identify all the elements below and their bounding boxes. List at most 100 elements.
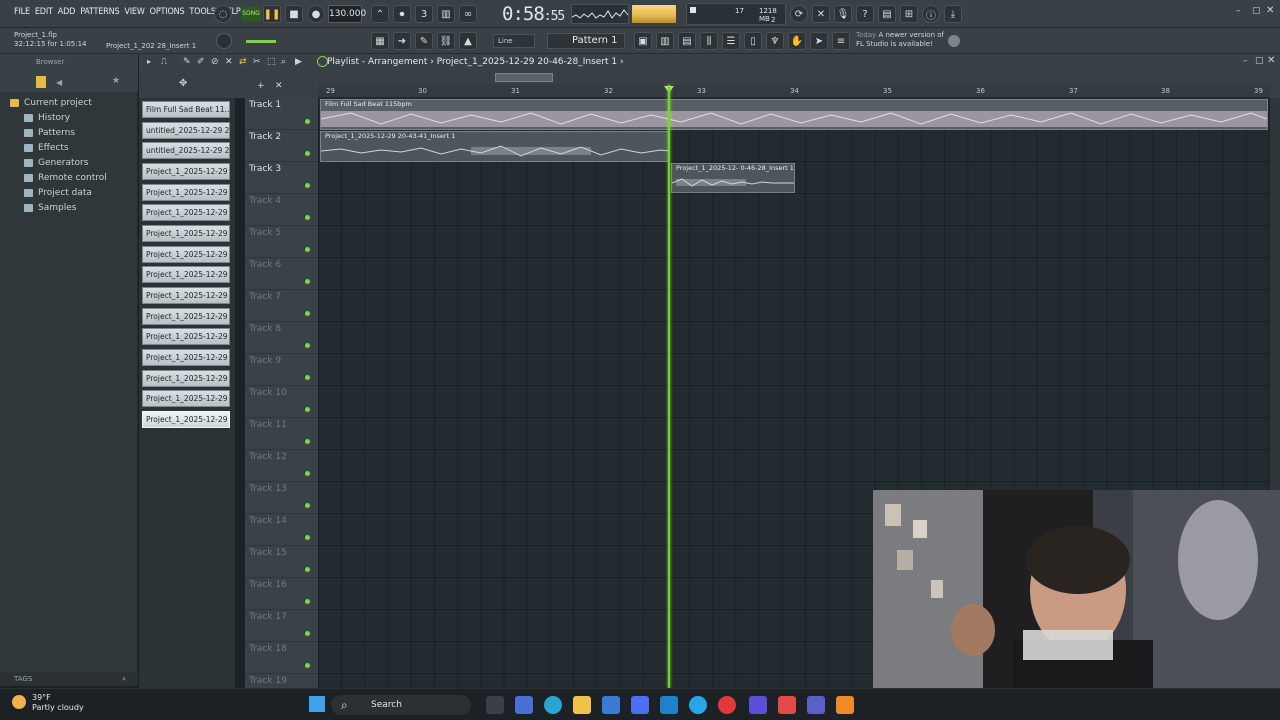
picker-item[interactable]: untitled_2025-12-29 20-... xyxy=(142,122,230,139)
tempo-display[interactable]: 130.000 xyxy=(328,5,366,23)
picker-item[interactable]: Project_1_2025-12-29 2... xyxy=(142,225,230,242)
menu-options[interactable]: OPTIONS xyxy=(150,7,185,17)
panic-icon[interactable]: ✕ xyxy=(812,5,830,23)
mute-icon[interactable]: ✕ xyxy=(225,57,233,67)
track-row[interactable]: Track 2 xyxy=(245,130,318,162)
track-row[interactable]: Track 18 xyxy=(245,642,318,674)
track-led-icon[interactable] xyxy=(305,311,310,316)
menu-edit[interactable]: EDIT xyxy=(35,7,53,17)
pattern-select[interactable]: Pattern 1 xyxy=(547,33,625,49)
tags-bar[interactable]: TAGS ⌕ xyxy=(0,672,138,686)
picker-item[interactable]: Project_1_2025-12-29 2... xyxy=(142,246,230,263)
browser-item-patterns[interactable]: Patterns xyxy=(24,128,75,138)
picker-item[interactable]: Project_1_2025-12-29 2... xyxy=(142,349,230,366)
track-row[interactable]: Track 5 xyxy=(245,226,318,258)
track-row[interactable]: Track 7 xyxy=(245,290,318,322)
track-led-icon[interactable] xyxy=(305,439,310,444)
audio-clip[interactable]: Project_1_2025-12- 0-46-28_Insert 1 xyxy=(671,163,795,193)
track-row[interactable]: Track 15 xyxy=(245,546,318,578)
plugin-icon[interactable]: ⊞ xyxy=(900,5,918,23)
playlist-close-icon[interactable]: ✕ xyxy=(1267,55,1275,66)
info-icon[interactable]: ⓘ xyxy=(922,5,940,23)
track-row[interactable]: Track 13 xyxy=(245,482,318,514)
slip-icon[interactable]: ⇄ xyxy=(239,57,247,67)
touch-icon[interactable]: ✋ xyxy=(788,32,806,50)
track-row[interactable]: Track 16 xyxy=(245,578,318,610)
time-display[interactable]: 0:58:55 xyxy=(502,3,565,25)
picker-item[interactable]: Project_1_2025-12-29 2... xyxy=(142,184,230,201)
master-volume-slider[interactable] xyxy=(246,40,276,43)
track-row[interactable]: Track 14 xyxy=(245,514,318,546)
picker-item[interactable]: Project_1_2025-12-29 2... xyxy=(142,287,230,304)
link-icon[interactable]: ⛓ xyxy=(437,32,455,50)
store-icon[interactable] xyxy=(602,696,620,714)
task-view-icon[interactable] xyxy=(486,696,504,714)
browser-item-samples[interactable]: Samples xyxy=(24,203,76,213)
picker-item-selected[interactable]: Project_1_2025-12-29 2... xyxy=(142,411,230,428)
metronome-icon[interactable]: ⌃ xyxy=(371,5,389,23)
track-led-icon[interactable] xyxy=(305,375,310,380)
teams-icon[interactable] xyxy=(807,696,825,714)
picker-item[interactable]: Project_1_2025-12-29 2... xyxy=(142,370,230,387)
track-row[interactable]: Track 1 xyxy=(245,98,318,130)
save-icon[interactable]: ▤ xyxy=(878,5,896,23)
zoom-icon[interactable]: ⌕ xyxy=(281,57,286,67)
track-row[interactable]: Track 12 xyxy=(245,450,318,482)
update-notice[interactable]: Today A newer version of FL Studio is av… xyxy=(856,31,944,49)
track-led-icon[interactable] xyxy=(305,183,310,188)
browser-item-generators[interactable]: Generators xyxy=(24,158,88,168)
track-led-icon[interactable] xyxy=(305,215,310,220)
mixer-icon[interactable]: ⫼ xyxy=(700,32,718,50)
app-icon[interactable] xyxy=(631,696,649,714)
track-row[interactable]: Track 9 xyxy=(245,354,318,386)
browser-icon[interactable]: ☰ xyxy=(722,32,740,50)
window-maximize-icon[interactable]: ▢ xyxy=(1252,6,1261,16)
help-icon[interactable]: ? xyxy=(856,5,874,23)
arrange-move-icon[interactable]: ✥ xyxy=(179,78,187,89)
playback-icon[interactable]: ▶ xyxy=(295,57,302,67)
window-minimize-icon[interactable]: – xyxy=(1236,6,1241,16)
edge-icon[interactable] xyxy=(544,696,562,714)
add-track-icon[interactable]: + xyxy=(257,81,265,91)
menu-view[interactable]: VIEW xyxy=(124,7,144,17)
start-icon[interactable] xyxy=(309,696,325,712)
track-led-icon[interactable] xyxy=(305,471,310,476)
piano-roll-icon[interactable]: ▥ xyxy=(656,32,674,50)
picker-item[interactable]: Project_1_2025-12-29 2... xyxy=(142,204,230,221)
playlist-menu-icon[interactable]: ▸ xyxy=(147,57,151,66)
magnet-icon[interactable]: ⎍ xyxy=(161,57,167,67)
window-close-icon[interactable]: ✕ xyxy=(1266,5,1274,16)
browser-item-effects[interactable]: Effects xyxy=(24,143,69,153)
picker-item[interactable]: Project_1_2025-12-29 2... xyxy=(142,163,230,180)
horizontal-scrollbar[interactable] xyxy=(495,73,553,82)
browser-folder-icon[interactable] xyxy=(36,76,46,88)
track-led-icon[interactable] xyxy=(305,343,310,348)
menu-add[interactable]: ADD xyxy=(58,7,76,17)
blend-notes-icon[interactable]: ∞ xyxy=(459,5,477,23)
slice-icon[interactable]: ✂ xyxy=(253,57,261,67)
loop-mode-icon[interactable]: ◌ xyxy=(214,5,232,23)
track-led-icon[interactable] xyxy=(305,567,310,572)
weather-widget[interactable]: 39°F Partly cloudy xyxy=(12,693,84,713)
download-icon[interactable]: ⤓ xyxy=(944,5,962,23)
browser-tool-icon[interactable]: ◀ xyxy=(56,78,62,87)
timeline-ruler[interactable]: 29 30 31 32 33 34 35 36 37 38 39 xyxy=(318,85,1270,98)
picker-item[interactable]: Film Full Sad Beat 11... xyxy=(142,101,230,118)
snap-select[interactable]: Line xyxy=(493,34,535,48)
track-led-icon[interactable] xyxy=(305,151,310,156)
playlist-icon[interactable]: ▣ xyxy=(634,32,652,50)
menu-patterns[interactable]: PATTERNS xyxy=(80,7,119,17)
track-led-icon[interactable] xyxy=(305,503,310,508)
search-icon[interactable]: ⌕ xyxy=(122,672,126,686)
track-led-icon[interactable] xyxy=(305,279,310,284)
record-button[interactable]: ● xyxy=(307,5,325,23)
picker-item[interactable]: Project_1_2025-12-29 2... xyxy=(142,328,230,345)
playlist-maximize-icon[interactable]: ▢ xyxy=(1255,56,1264,66)
menu-tools[interactable]: TOOLS xyxy=(189,7,216,17)
plugin-database-icon[interactable]: ♆ xyxy=(766,32,784,50)
delete-icon[interactable]: ⊘ xyxy=(211,57,219,67)
track-row[interactable]: Track 4 xyxy=(245,194,318,226)
browser-star-icon[interactable]: ★ xyxy=(112,76,120,86)
select-icon[interactable]: ⬚ xyxy=(267,57,276,67)
track-led-icon[interactable] xyxy=(305,119,310,124)
